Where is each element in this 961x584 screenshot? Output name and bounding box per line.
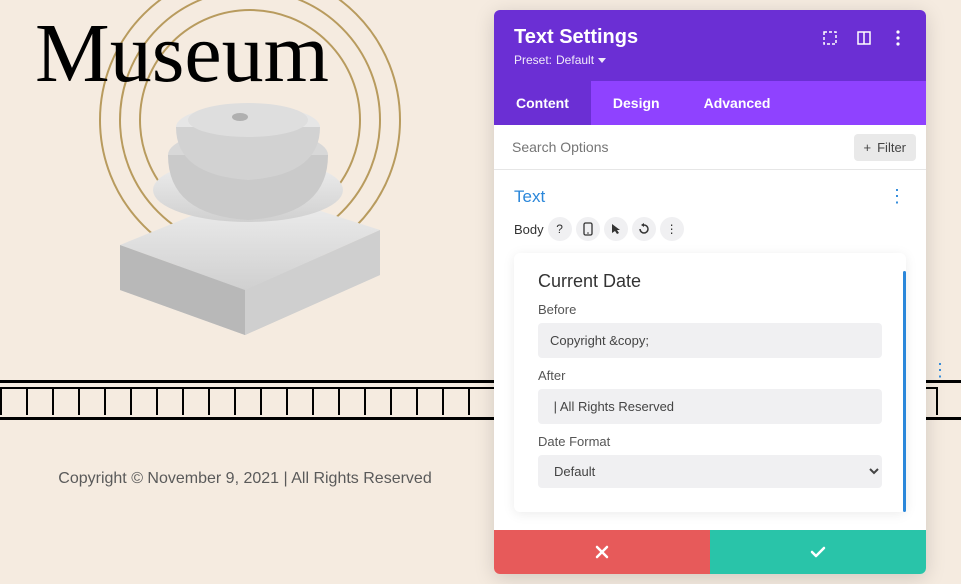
undo-icon[interactable] [632,217,656,241]
side-kebab-icon[interactable]: ⋮ [931,360,949,381]
panel-title: Text Settings [514,26,638,49]
before-input[interactable] [538,323,882,358]
kebab-menu-icon[interactable] [890,30,906,46]
preset-value: Default [556,53,594,67]
mobile-icon[interactable] [576,217,600,241]
expand-icon[interactable] [822,30,838,46]
body-label: Body [514,222,544,237]
plus-icon: + [864,140,872,155]
section-header: Text ⋮ [494,170,926,217]
body-content-card: Current Date Before After Date Format De… [514,253,906,512]
tabs: Content Design Advanced [494,81,926,125]
check-icon [810,546,826,558]
layout-icon[interactable] [856,30,872,46]
search-input[interactable] [494,125,844,169]
chevron-down-icon [598,58,606,63]
preset-label: Preset: [514,53,552,67]
tab-content[interactable]: Content [494,81,591,125]
before-label: Before [538,302,882,317]
section-title[interactable]: Text [514,187,545,207]
scroll-indicator [903,271,906,512]
tab-design[interactable]: Design [591,81,682,125]
preset-selector[interactable]: Preset: Default [514,53,638,67]
date-format-select[interactable]: Default [538,455,882,488]
date-format-label: Date Format [538,434,882,449]
after-input[interactable] [538,389,882,424]
action-bar [494,530,926,574]
body-toolbar: Body ? ⋮ [494,217,926,253]
search-row: + Filter [494,125,926,170]
hover-cursor-icon[interactable] [604,217,628,241]
page-title: Museum [35,5,329,102]
artifact-image [100,75,390,335]
help-icon[interactable]: ? [548,217,572,241]
current-date-title: Current Date [538,271,882,292]
tab-advanced[interactable]: Advanced [682,81,793,125]
after-label: After [538,368,882,383]
body-kebab-icon[interactable]: ⋮ [660,217,684,241]
filter-button[interactable]: + Filter [854,134,916,161]
panel-header: Text Settings Preset: Default [494,10,926,81]
text-settings-panel: Text Settings Preset: Default Content De… [494,10,926,574]
cancel-button[interactable] [494,530,710,574]
filter-label: Filter [877,140,906,155]
close-icon [595,545,609,559]
footer-text: Copyright © November 9, 2021 | All Right… [0,470,490,488]
section-kebab-icon[interactable]: ⋮ [888,186,906,207]
confirm-button[interactable] [710,530,926,574]
